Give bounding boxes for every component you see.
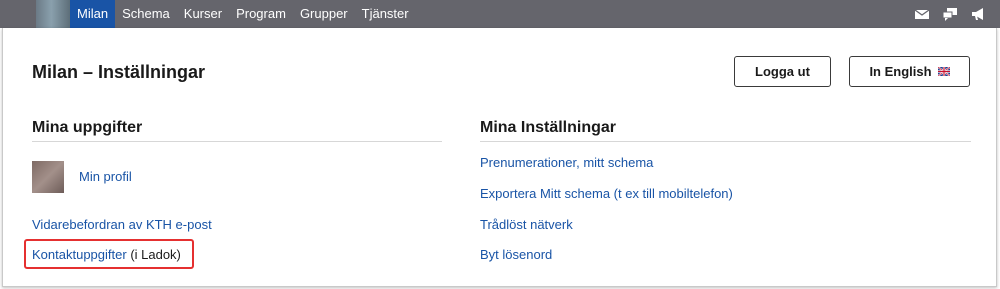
profile-picture[interactable] (32, 161, 64, 193)
contact-info-link[interactable]: Kontaktuppgifter (32, 247, 127, 262)
user-avatar[interactable] (36, 0, 70, 28)
nav-item-program[interactable]: Program (229, 0, 293, 28)
contact-info-suffix: (i Ladok) (130, 247, 181, 262)
change-password-link[interactable]: Byt lösenord (480, 247, 552, 262)
english-button-label: In English (869, 64, 932, 79)
profile-link[interactable]: Min profil (79, 169, 132, 184)
english-language-button[interactable]: In English (849, 56, 970, 87)
nav-item-milan[interactable]: Milan (70, 0, 116, 28)
logout-button[interactable]: Logga ut (734, 56, 831, 87)
contact-info-item: Kontaktuppgifter (i Ladok) (32, 247, 181, 262)
top-navigation-bar: Milan Schema Kurser Program Grupper Tjän… (0, 0, 1000, 28)
megaphone-icon[interactable] (970, 6, 986, 22)
export-schedule-link[interactable]: Exportera Mitt schema (t ex till mobilte… (480, 186, 733, 201)
subscriptions-link[interactable]: Prenumerationer, mitt schema (480, 155, 653, 170)
uk-flag-icon (937, 67, 950, 76)
logout-button-label: Logga ut (755, 64, 810, 79)
divider-left (32, 141, 442, 142)
main-nav: Milan Schema Kurser Program Grupper Tjän… (70, 0, 416, 28)
nav-item-kurser[interactable]: Kurser (177, 0, 229, 28)
mail-icon[interactable] (914, 6, 930, 22)
section-title-my-settings: Mina Inställningar (480, 119, 617, 136)
nav-item-tjanster[interactable]: Tjänster (355, 0, 416, 28)
page-title: Milan – Inställningar (32, 62, 206, 82)
section-title-my-details: Mina uppgifter (32, 119, 143, 136)
chat-icon[interactable] (942, 6, 958, 22)
wireless-network-link[interactable]: Trådlöst nätverk (480, 217, 573, 232)
divider-right (480, 141, 971, 142)
nav-item-grupper[interactable]: Grupper (293, 0, 355, 28)
nav-icons (914, 0, 986, 28)
settings-panel: Milan – Inställningar Logga ut In Englis… (2, 28, 997, 287)
nav-item-schema[interactable]: Schema (115, 0, 177, 28)
email-forwarding-link[interactable]: Vidarebefordran av KTH e-post (32, 217, 212, 232)
